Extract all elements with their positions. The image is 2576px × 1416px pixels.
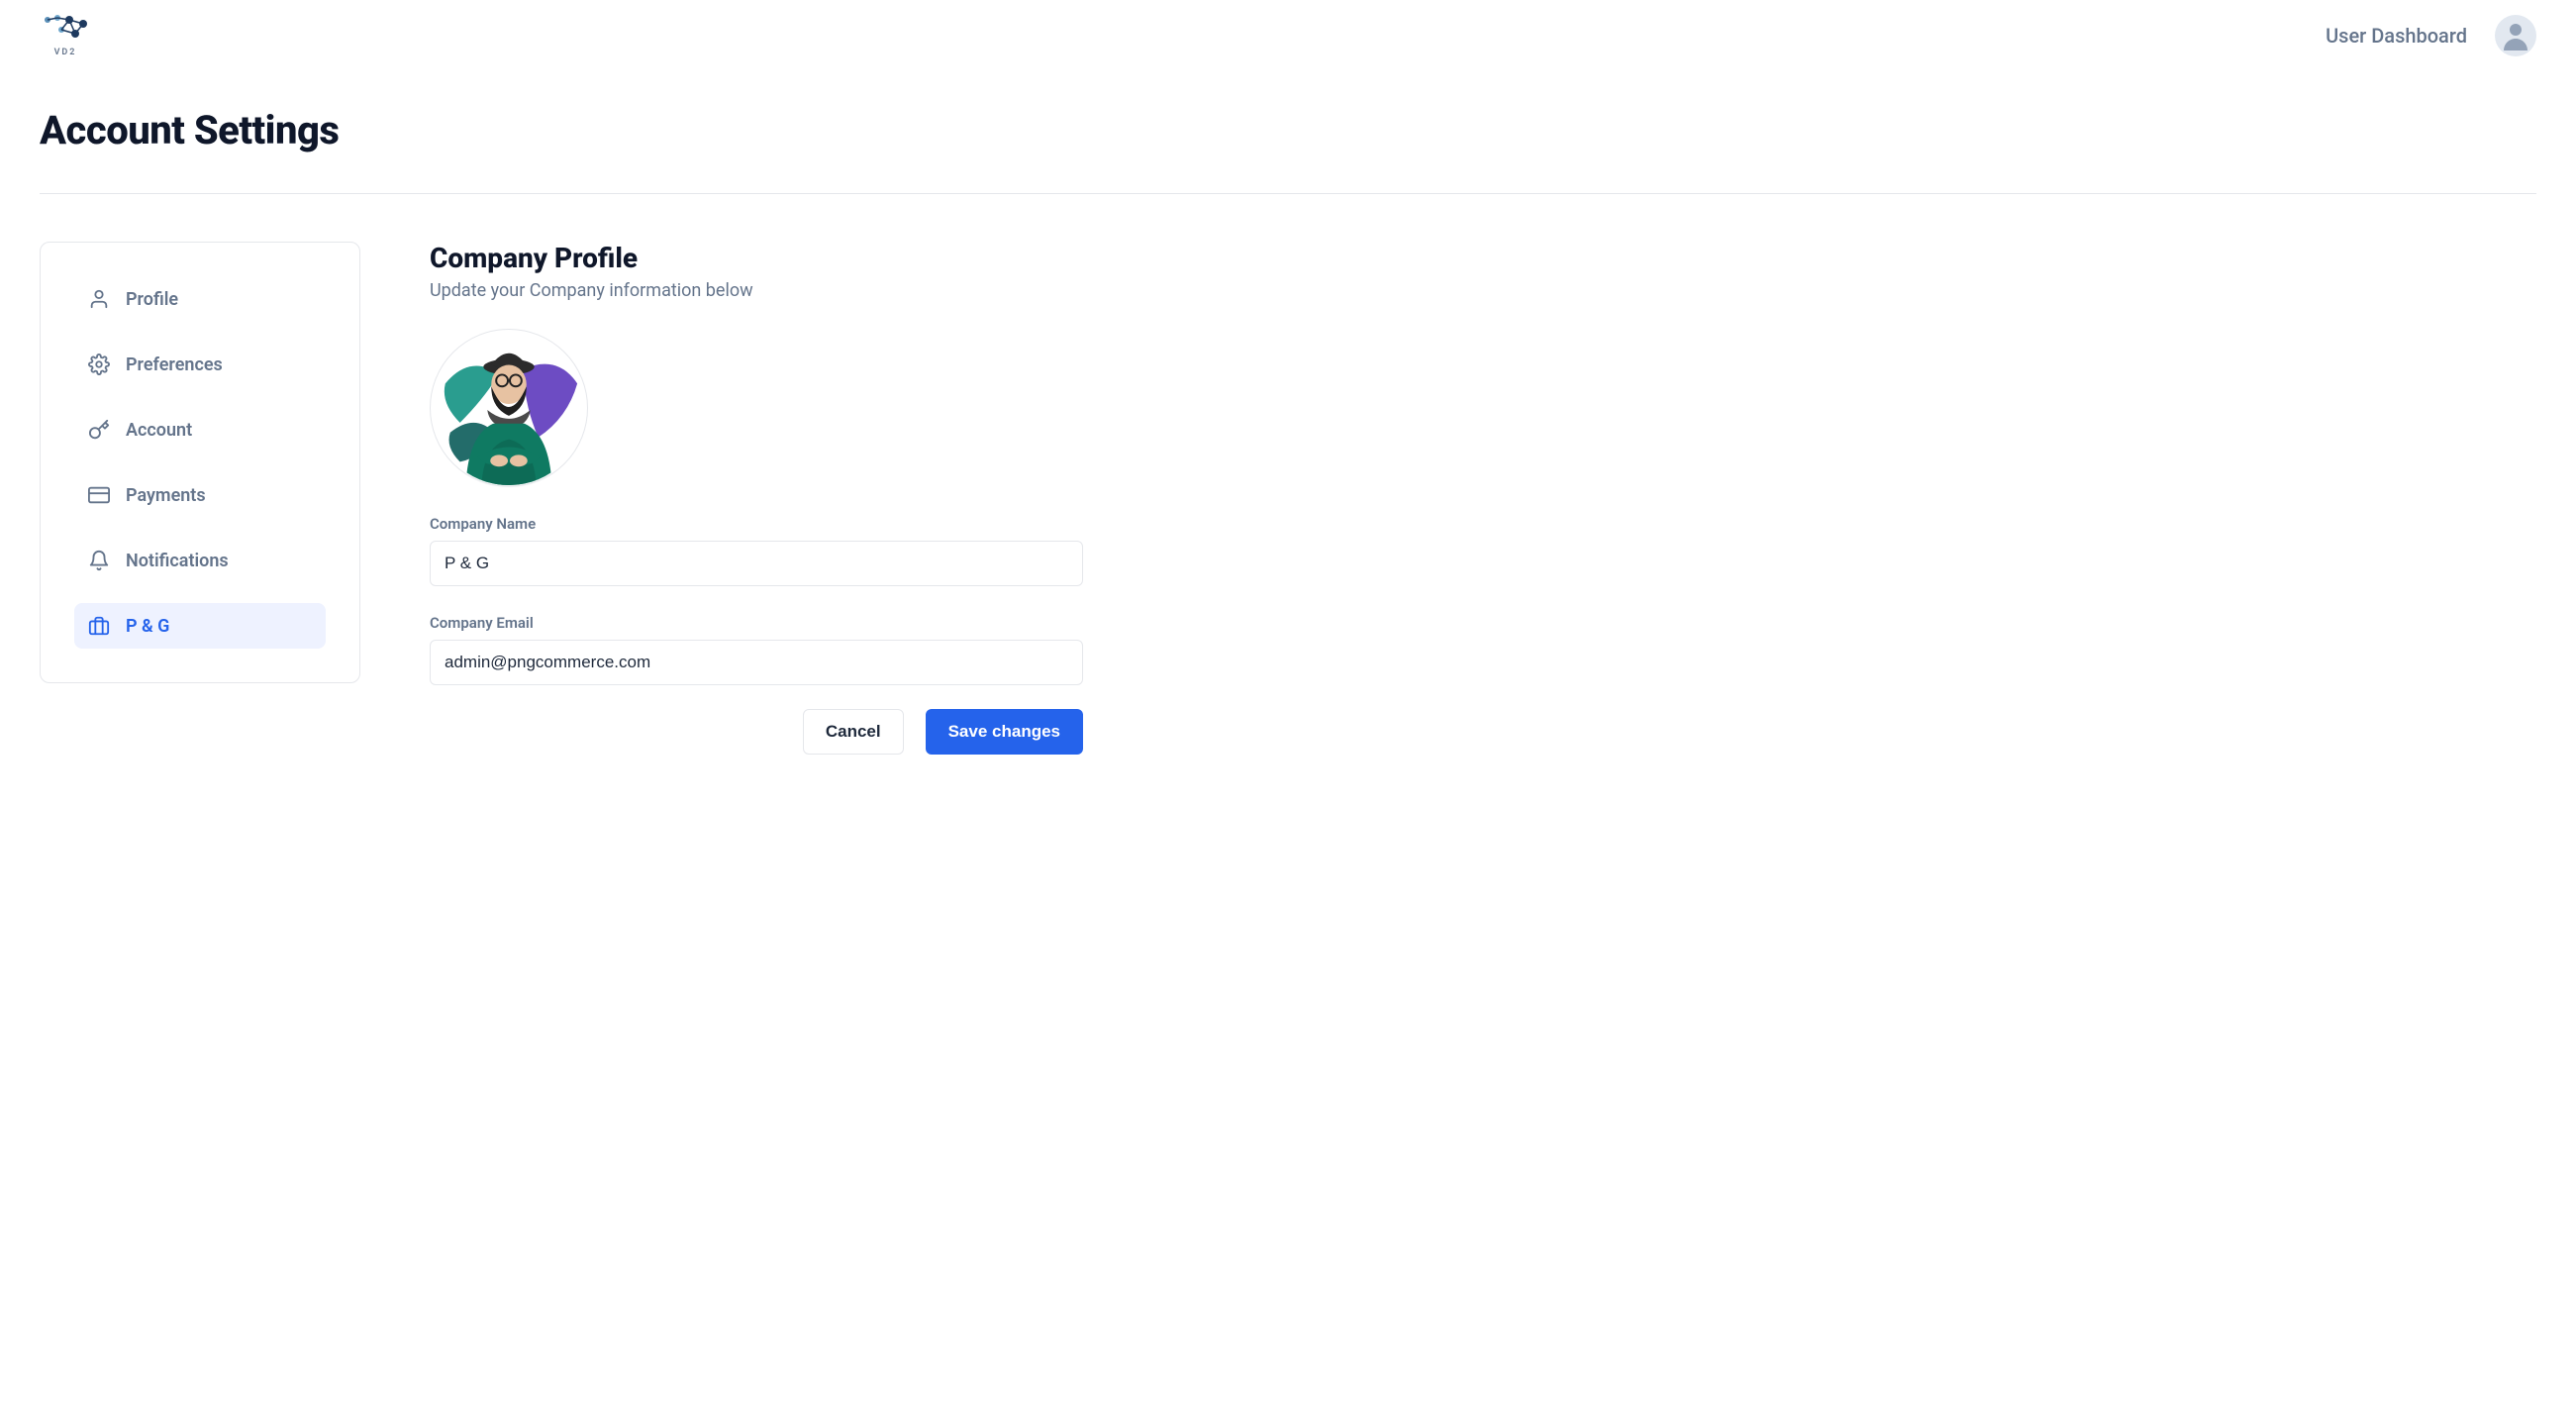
- sidebar-item-label: Preferences: [126, 354, 223, 375]
- card-icon: [88, 484, 110, 506]
- content-panel: Company Profile Update your Company info…: [430, 242, 1083, 755]
- sidebar-item-company[interactable]: P & G: [74, 603, 326, 649]
- save-button[interactable]: Save changes: [926, 709, 1083, 755]
- key-icon: [88, 419, 110, 441]
- company-email-label: Company Email: [430, 614, 1083, 632]
- sidebar-item-payments[interactable]: Payments: [74, 472, 326, 518]
- logo-text: VD2: [54, 48, 77, 57]
- gear-icon: [88, 354, 110, 375]
- app-header: VD2 User Dashboard: [0, 0, 2576, 57]
- settings-sidebar: Profile Preferences Account: [40, 242, 360, 683]
- briefcase-icon: [88, 615, 110, 637]
- company-name-input[interactable]: [430, 541, 1083, 586]
- sidebar-item-account[interactable]: Account: [74, 407, 326, 453]
- logo[interactable]: VD2: [40, 14, 91, 57]
- avatar[interactable]: [2495, 15, 2536, 56]
- company-email-input[interactable]: [430, 640, 1083, 685]
- sidebar-item-label: Account: [126, 420, 192, 441]
- section-title: Company Profile: [430, 242, 1083, 274]
- avatar-placeholder-icon: [2498, 18, 2533, 53]
- company-name-label: Company Name: [430, 515, 1083, 533]
- company-email-group: Company Email: [430, 614, 1083, 685]
- dashboard-link[interactable]: User Dashboard: [2326, 24, 2467, 48]
- form-actions: Cancel Save changes: [430, 709, 1083, 755]
- company-name-group: Company Name: [430, 515, 1083, 586]
- logo-icon: [40, 14, 91, 46]
- cancel-button[interactable]: Cancel: [803, 709, 904, 755]
- bell-icon: [88, 550, 110, 571]
- sidebar-item-label: Profile: [126, 289, 178, 310]
- sidebar-item-profile[interactable]: Profile: [74, 276, 326, 322]
- sidebar-item-preferences[interactable]: Preferences: [74, 342, 326, 387]
- page-title: Account Settings: [40, 107, 2536, 153]
- section-subtitle: Update your Company information below: [430, 280, 1083, 301]
- header-right: User Dashboard: [2326, 15, 2536, 56]
- sidebar-item-notifications[interactable]: Notifications: [74, 538, 326, 583]
- page-main: Account Settings Profile Preferences: [0, 57, 2576, 794]
- sidebar-item-label: Notifications: [126, 551, 229, 571]
- company-profile-picture[interactable]: [430, 329, 588, 487]
- settings-layout: Profile Preferences Account: [40, 242, 2536, 755]
- user-icon: [88, 288, 110, 310]
- divider: [40, 193, 2536, 194]
- sidebar-item-label: Payments: [126, 485, 206, 506]
- profile-illustration: [431, 329, 587, 487]
- sidebar-item-label: P & G: [126, 616, 169, 637]
